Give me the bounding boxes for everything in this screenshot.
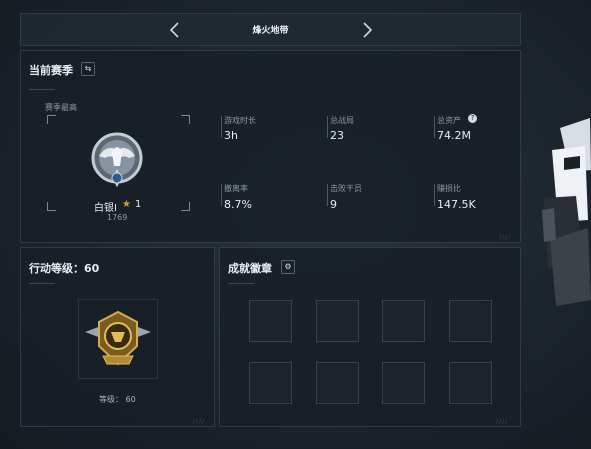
achievements-panel: 成就徽章 ⚙ //// xyxy=(219,247,521,427)
panel-deco: //// xyxy=(496,418,509,425)
stat-label-assets: 总资产 xyxy=(437,116,461,125)
divider xyxy=(228,283,254,284)
rank-name: 白银I xyxy=(94,203,117,214)
stat-value-profit-ratio: 147.5K xyxy=(437,198,476,211)
level-emblem-frame xyxy=(78,299,158,379)
stat-divider xyxy=(434,116,435,138)
badge-slot[interactable] xyxy=(249,362,292,404)
badge-slot[interactable] xyxy=(316,362,359,404)
badge-slot[interactable] xyxy=(382,362,425,404)
season-best-label: 赛季最高 xyxy=(45,103,77,112)
stat-label-kills: 击败干员 xyxy=(330,184,362,193)
frame-corner xyxy=(47,202,56,211)
action-level-panel: 行动等级：60 等级： 60 //// xyxy=(20,247,215,427)
badge-slot[interactable] xyxy=(316,300,359,342)
divider xyxy=(29,89,55,90)
panel-deco: //// xyxy=(499,234,512,241)
stat-value-matches: 23 xyxy=(330,129,344,142)
divider xyxy=(29,283,55,284)
stat-divider xyxy=(221,116,222,138)
achievements-title: 成就徽章 xyxy=(228,262,272,275)
stat-value-kills: 9 xyxy=(330,198,337,211)
season-panel: 当前赛季 ⇆ 赛季最高 白银I ★ 1 1769 游戏时长 3h 总战局 23 … xyxy=(20,50,521,243)
mode-selector-bar: 烽火地带 xyxy=(20,13,521,46)
silver-rank-emblem xyxy=(85,126,149,194)
operator-weapon-image xyxy=(530,110,591,310)
frame-corner xyxy=(47,115,56,124)
rank-score: 1769 xyxy=(107,213,128,222)
stat-value-extract-rate: 8.7% xyxy=(224,198,252,211)
action-level-title: 行动等级：60 xyxy=(29,262,100,275)
stat-divider xyxy=(327,116,328,138)
swap-icon[interactable]: ⇆ xyxy=(81,62,95,76)
stat-divider xyxy=(221,184,222,206)
chevron-right-icon[interactable] xyxy=(360,21,374,38)
season-title: 当前赛季 xyxy=(29,64,73,77)
mode-title: 烽火地带 xyxy=(252,26,289,36)
badge-slot[interactable] xyxy=(449,300,492,342)
frame-corner xyxy=(181,202,190,211)
stat-divider xyxy=(327,184,328,206)
stat-value-assets: 74.2M xyxy=(437,129,471,142)
stat-label-matches: 总战局 xyxy=(330,116,354,125)
badge-slot[interactable] xyxy=(449,362,492,404)
gear-icon[interactable]: ⚙ xyxy=(281,260,295,274)
star-icon: ★ xyxy=(122,199,131,210)
rank-stars: 1 xyxy=(135,199,142,210)
level-label: 等级： 60 xyxy=(99,395,136,404)
badge-slot[interactable] xyxy=(382,300,425,342)
panel-deco: //// xyxy=(193,418,206,425)
badge-slot[interactable] xyxy=(249,300,292,342)
frame-corner xyxy=(181,115,190,124)
stat-label-profit-ratio: 赚损比 xyxy=(437,184,461,193)
stat-label-playtime: 游戏时长 xyxy=(224,116,256,125)
stat-value-playtime: 3h xyxy=(224,129,238,142)
stat-divider xyxy=(434,184,435,206)
stat-label-extract-rate: 撤离率 xyxy=(224,184,248,193)
help-icon[interactable]: ? xyxy=(468,114,477,123)
